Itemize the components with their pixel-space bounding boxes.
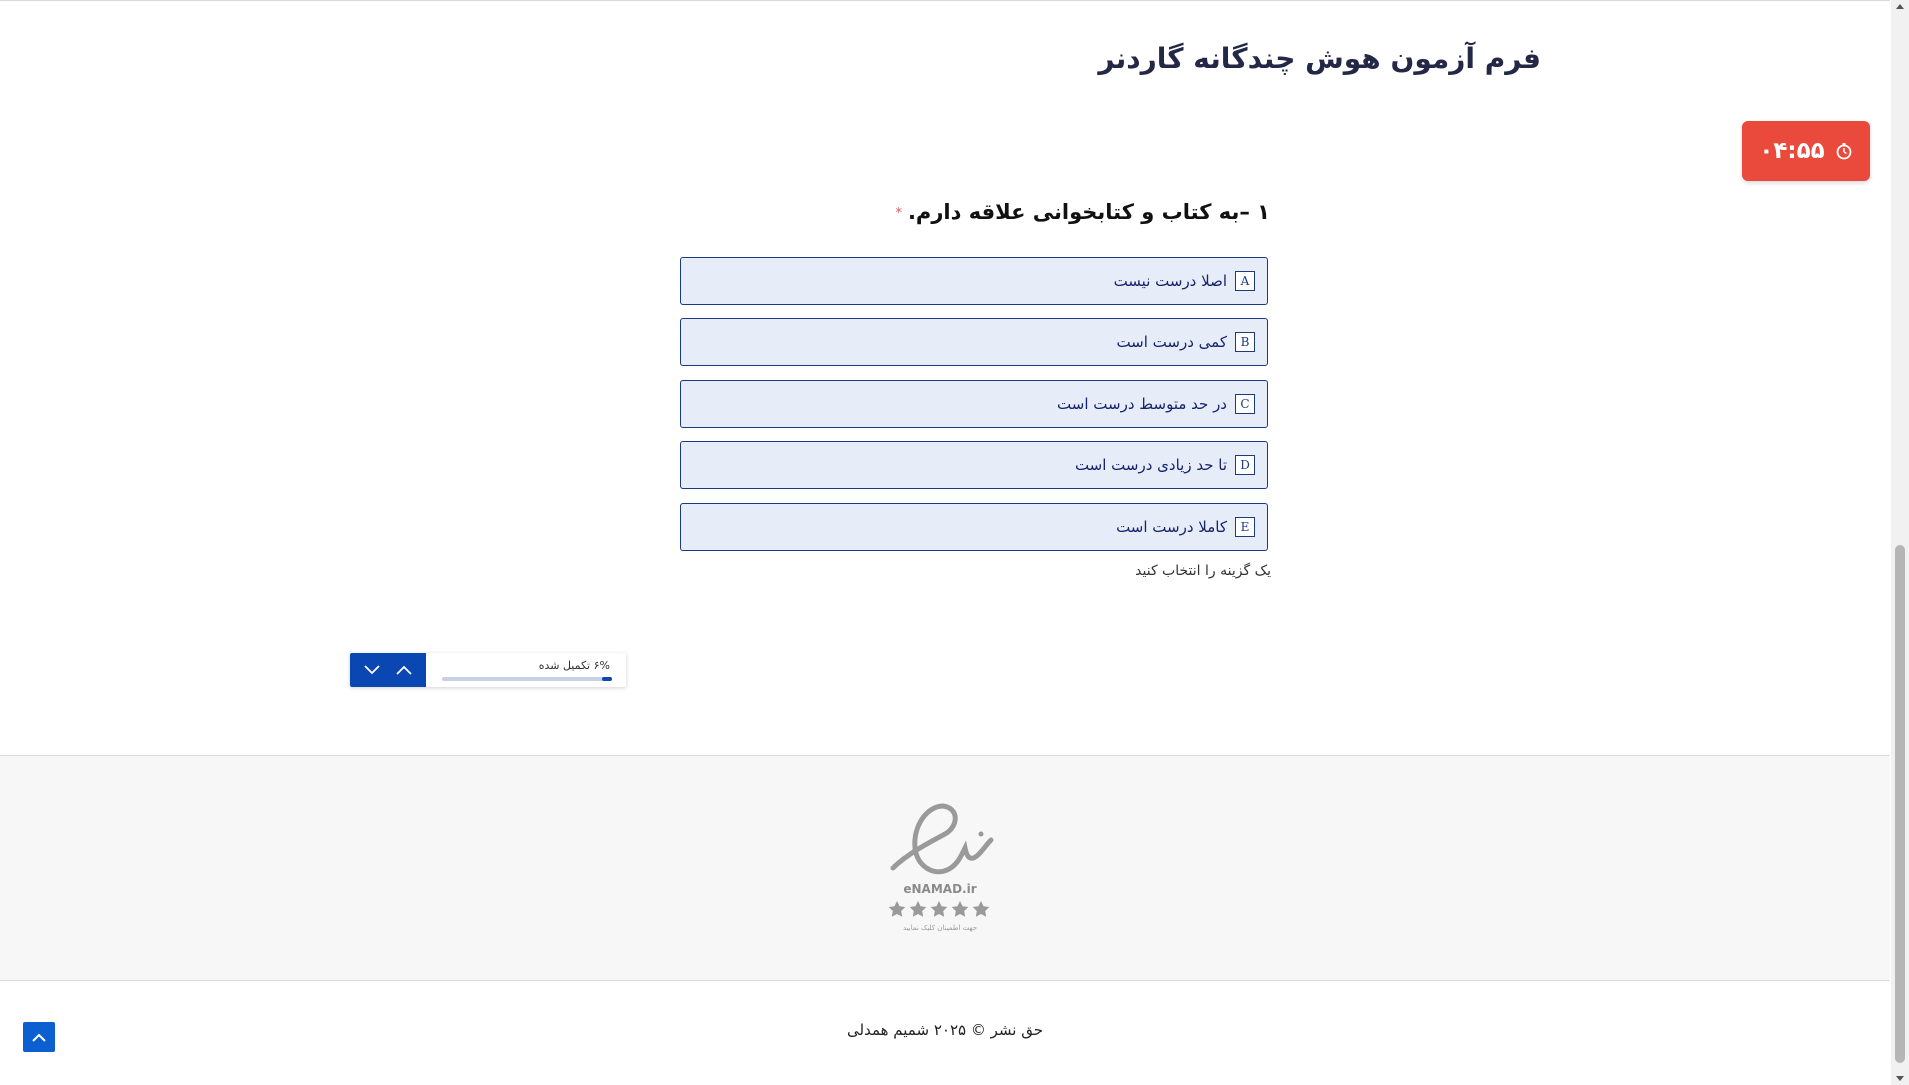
enamad-logo-icon: eNAMAD.ir جهت اطمینان کلیک نمایید (888, 803, 994, 932)
question-nav (350, 653, 426, 687)
badge-stars (888, 901, 990, 917)
page-scrollbar[interactable] (1891, 0, 1909, 1085)
option-key: D (1235, 455, 1255, 475)
badge-caption: جهت اطمینان کلیک نمایید (903, 924, 977, 932)
question-text: ۱ –به کتاب و کتابخوانی علاقه دارم. * (895, 200, 1270, 224)
option-e[interactable]: E کاملا درست است (680, 503, 1268, 551)
top-divider (0, 0, 1890, 1)
enamad-badge[interactable]: eNAMAD.ir جهت اطمینان کلیک نمایید (885, 800, 995, 935)
timer-value: ۰۴:۵۵ (1759, 138, 1825, 164)
badge-domain: eNAMAD.ir (903, 882, 976, 896)
option-label: کاملا درست است (1116, 518, 1227, 536)
option-hint: یک گزینه را انتخاب کنید (1135, 563, 1271, 579)
stopwatch-icon (1836, 143, 1852, 160)
option-label: در حد متوسط درست است (1057, 395, 1227, 413)
countdown-timer: ۰۴:۵۵ (1742, 121, 1870, 181)
option-d[interactable]: D تا حد زیادی درست است (680, 441, 1268, 489)
page-title: فرم آزمون هوش چندگانه گاردنر (1098, 42, 1541, 75)
scroll-down-arrow-icon[interactable] (1896, 1076, 1904, 1081)
progress-label: ۶% تکمیل شده (538, 659, 610, 672)
option-label: اصلا درست نیست (1113, 272, 1227, 290)
option-key: E (1235, 517, 1255, 537)
option-label: تا حد زیادی درست است (1074, 456, 1227, 474)
option-b[interactable]: B کمی درست است (680, 318, 1268, 366)
scroll-up-arrow-icon[interactable] (1896, 4, 1904, 9)
chevron-up-icon (32, 1033, 46, 1042)
option-label: کمی درست است (1116, 333, 1227, 351)
progress-bar (442, 677, 612, 681)
scroll-to-top-button[interactable] (23, 1022, 55, 1052)
option-key: B (1235, 332, 1255, 352)
copyright-text: حق نشر © ۲۰۲۵ شمیم همدلی (847, 1021, 1043, 1039)
chevron-up-icon[interactable] (395, 661, 413, 679)
required-mark: * (895, 205, 902, 221)
option-a[interactable]: A اصلا درست نیست (680, 257, 1268, 305)
chevron-down-icon[interactable] (363, 661, 381, 679)
question-label: ۱ –به کتاب و کتابخوانی علاقه دارم. (907, 200, 1270, 224)
scrollbar-thumb[interactable] (1895, 545, 1905, 1063)
option-key: A (1235, 271, 1255, 291)
option-key: C (1235, 394, 1255, 414)
option-c[interactable]: C در حد متوسط درست است (680, 380, 1268, 428)
progress-bar-fill (601, 677, 612, 681)
progress-widget: ۶% تکمیل شده (350, 653, 626, 687)
